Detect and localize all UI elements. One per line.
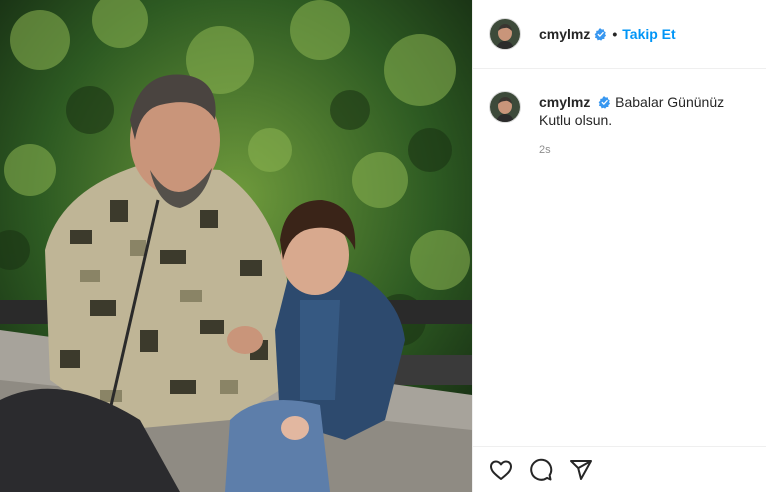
heart-icon — [490, 460, 512, 480]
caption-username[interactable]: cmylmz — [539, 94, 590, 110]
post-photo[interactable] — [0, 0, 472, 492]
caption-avatar[interactable] — [489, 91, 521, 123]
like-button[interactable] — [489, 458, 513, 482]
header-username[interactable]: cmylmz — [539, 26, 590, 42]
follow-button[interactable]: Takip Et — [622, 26, 675, 42]
post-sidebar: cmylmz • Takip Et cmylmz Babalar Gününüz… — [472, 0, 766, 492]
comment-button[interactable] — [529, 458, 553, 482]
caption-text: cmylmz Babalar Gününüz Kutlu olsun. — [539, 91, 759, 129]
separator-dot: • — [612, 26, 618, 42]
verified-badge-icon — [598, 96, 611, 109]
avatar[interactable] — [489, 18, 521, 50]
action-bar — [473, 446, 766, 492]
share-button[interactable] — [569, 458, 593, 482]
post-timestamp[interactable]: 2s — [539, 144, 551, 156]
post-header: cmylmz • Takip Et — [473, 0, 766, 69]
caption-row: cmylmz Babalar Gününüz Kutlu olsun. — [489, 91, 759, 129]
instagram-post: cmylmz • Takip Et cmylmz Babalar Gününüz… — [0, 0, 766, 492]
verified-badge-icon — [595, 27, 607, 41]
photo-illustration — [0, 0, 472, 492]
share-icon — [570, 459, 592, 480]
comment-icon — [530, 458, 553, 481]
avatar-image — [490, 92, 520, 122]
avatar-image — [490, 19, 520, 49]
